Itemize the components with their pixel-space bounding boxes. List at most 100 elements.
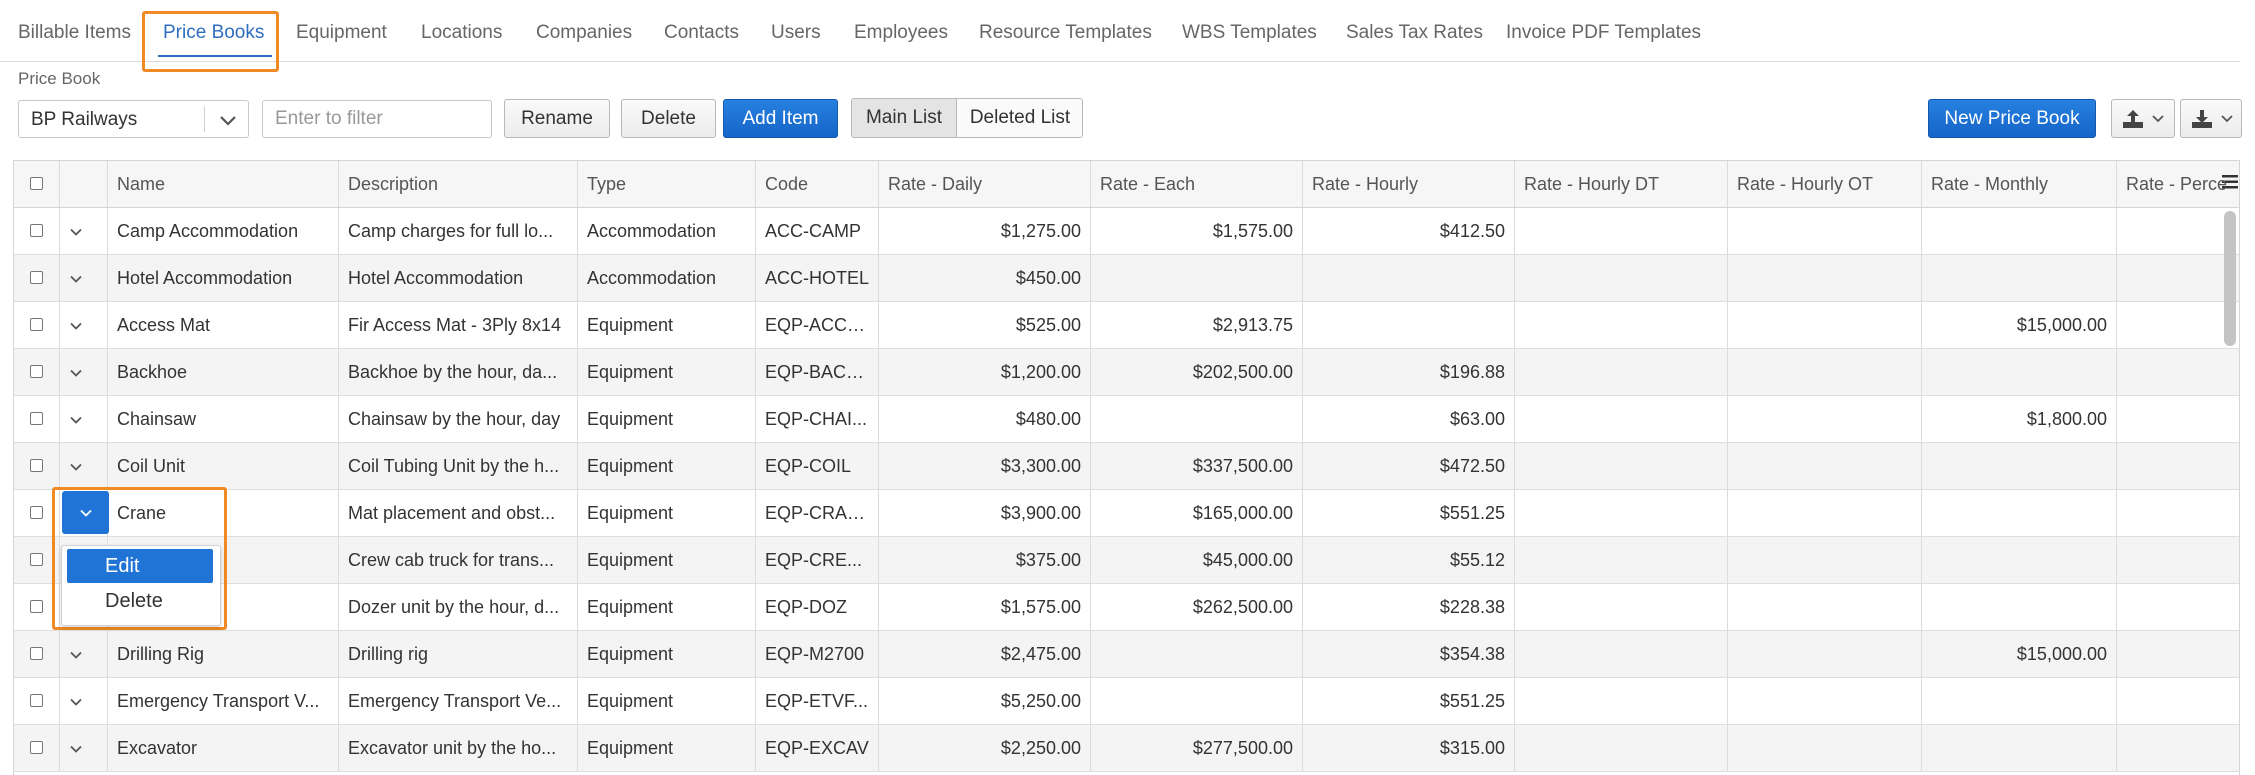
cell-rate-hourly-ot (1728, 349, 1922, 395)
price-book-select[interactable]: BP Railways (18, 100, 249, 138)
cell-code: EQP-ETVF... (756, 678, 879, 724)
row-checkbox[interactable] (30, 694, 43, 707)
column-header-type[interactable]: Type (578, 161, 756, 207)
cell-rate-daily: $450.00 (879, 255, 1091, 301)
chevron-down-icon (220, 116, 236, 126)
table-row[interactable]: Crew cab truck for trans... Equipment EQP-… (14, 537, 2239, 584)
row-checkbox[interactable] (30, 647, 43, 660)
row-checkbox[interactable] (30, 412, 43, 425)
cell-rate-hourly-ot (1728, 631, 1922, 677)
table-row[interactable]: Emergency Transport V... Emergency Transp… (14, 678, 2239, 725)
add-item-button[interactable]: Add Item (723, 99, 838, 138)
new-price-book-button[interactable]: New Price Book (1928, 99, 2096, 138)
row-checkbox[interactable] (30, 506, 43, 519)
table-row[interactable]: Coil Unit Coil Tubing Unit by the h... Equ… (14, 443, 2239, 490)
tab-resource-templates[interactable]: Resource Templates (979, 22, 1152, 44)
column-header-rate-each[interactable]: Rate - Each (1091, 161, 1303, 207)
filter-input[interactable] (262, 100, 492, 138)
row-actions-button[interactable] (60, 259, 90, 297)
cell-code: ACC-CAMP (756, 208, 879, 254)
table-row[interactable]: Hotel Accommodation Hotel Accommodation Ac… (14, 255, 2239, 302)
row-actions-button[interactable] (60, 306, 90, 344)
row-actions-button[interactable] (60, 400, 90, 438)
download-icon (2192, 110, 2212, 128)
table-row[interactable]: Drilling Rig Drilling rig Equipment EQP-M27… (14, 631, 2239, 678)
download-menu-button[interactable] (2180, 99, 2242, 138)
tab-locations[interactable]: Locations (421, 22, 502, 44)
cell-rate-daily: $3,900.00 (879, 490, 1091, 536)
cell-type: Equipment (578, 302, 756, 348)
cell-code: EQP-BACKH (756, 349, 879, 395)
column-header-rate-hourly-ot[interactable]: Rate - Hourly OT (1728, 161, 1922, 207)
cell-rate-each (1091, 631, 1303, 677)
select-all-checkbox[interactable] (30, 177, 43, 190)
row-checkbox[interactable] (30, 224, 43, 237)
chevron-down-icon (70, 651, 82, 659)
chevron-down-icon (70, 416, 82, 424)
header-expander (60, 161, 108, 207)
row-checkbox[interactable] (30, 271, 43, 284)
cell-rate-daily: $1,575.00 (879, 584, 1091, 630)
table-row[interactable]: Chainsaw Chainsaw by the hour, day Equipme… (14, 396, 2239, 443)
row-checkbox[interactable] (30, 459, 43, 472)
vertical-scrollbar[interactable] (2224, 211, 2236, 346)
table-row[interactable]: Backhoe Backhoe by the hour, da... Equipme… (14, 349, 2239, 396)
row-checkbox[interactable] (30, 741, 43, 754)
column-header-description[interactable]: Description (339, 161, 578, 207)
cell-rate-monthly (1922, 678, 2117, 724)
tab-invoice-pdf-templates[interactable]: Invoice PDF Templates (1506, 22, 1701, 44)
cell-description: Dozer unit by the hour, d... (339, 584, 578, 630)
row-actions-button[interactable] (60, 212, 90, 250)
tab-employees[interactable]: Employees (854, 22, 948, 44)
cell-name: Excavator (108, 725, 339, 771)
row-actions-button[interactable] (60, 729, 90, 767)
row-checkbox[interactable] (30, 365, 43, 378)
tab-equipment[interactable]: Equipment (296, 22, 387, 44)
column-header-name[interactable]: Name (108, 161, 339, 207)
column-header-rate-perce[interactable]: Rate - Perce (2117, 161, 2239, 207)
row-actions-button[interactable] (60, 447, 90, 485)
cell-description: Emergency Transport Ve... (339, 678, 578, 724)
cell-rate-each: $45,000.00 (1091, 537, 1303, 583)
tab-billable-items[interactable]: Billable Items (18, 22, 131, 44)
cell-rate-perce (2117, 255, 2239, 301)
cell-rate-hourly: $354.38 (1303, 631, 1515, 677)
row-checkbox[interactable] (30, 553, 43, 566)
upload-menu-button[interactable] (2111, 99, 2175, 138)
cell-rate-hourly-dt (1515, 631, 1728, 677)
row-actions-button[interactable] (60, 635, 90, 673)
cell-rate-each: $337,500.00 (1091, 443, 1303, 489)
table-row[interactable]: Crane Mat placement and obst... Equipment E… (14, 490, 2239, 537)
cell-rate-hourly: $55.12 (1303, 537, 1515, 583)
cell-rate-hourly-ot (1728, 396, 1922, 442)
menu-item-edit[interactable]: Edit (67, 549, 213, 583)
chevron-down-icon (70, 463, 82, 471)
table-row[interactable]: Access Mat Fir Access Mat - 3Ply 8x14 Equi… (14, 302, 2239, 349)
main-list-button[interactable]: Main List (852, 99, 956, 137)
tab-sales-tax-rates[interactable]: Sales Tax Rates (1346, 22, 1483, 44)
table-row[interactable]: Excavator Excavator unit by the ho... Equi… (14, 725, 2239, 772)
column-header-rate-daily[interactable]: Rate - Daily (879, 161, 1091, 207)
table-row[interactable]: Camp Accommodation Camp charges for full … (14, 208, 2239, 255)
table-row[interactable]: Dozer unit by the hour, d... Equipment EQP… (14, 584, 2239, 631)
tab-users[interactable]: Users (771, 22, 821, 44)
column-header-code[interactable]: Code (756, 161, 879, 207)
tab-companies[interactable]: Companies (536, 22, 632, 44)
cell-rate-hourly (1303, 302, 1515, 348)
menu-item-delete[interactable]: Delete (67, 584, 213, 618)
column-header-rate-hourly-dt[interactable]: Rate - Hourly DT (1515, 161, 1728, 207)
column-header-rate-hourly[interactable]: Rate - Hourly (1303, 161, 1515, 207)
row-checkbox[interactable] (30, 318, 43, 331)
rename-button[interactable]: Rename (504, 99, 610, 138)
tab-contacts[interactable]: Contacts (664, 22, 739, 44)
delete-button[interactable]: Delete (621, 99, 716, 138)
cell-name: Emergency Transport V... (108, 678, 339, 724)
deleted-list-button[interactable]: Deleted List (956, 99, 1082, 137)
row-checkbox[interactable] (30, 600, 43, 613)
column-header-rate-monthly[interactable]: Rate - Monthly (1922, 161, 2117, 207)
row-actions-button[interactable] (60, 682, 90, 720)
row-actions-button[interactable] (60, 353, 90, 391)
tab-wbs-templates[interactable]: WBS Templates (1182, 22, 1317, 44)
cell-rate-each: $165,000.00 (1091, 490, 1303, 536)
cell-rate-perce (2117, 725, 2239, 771)
